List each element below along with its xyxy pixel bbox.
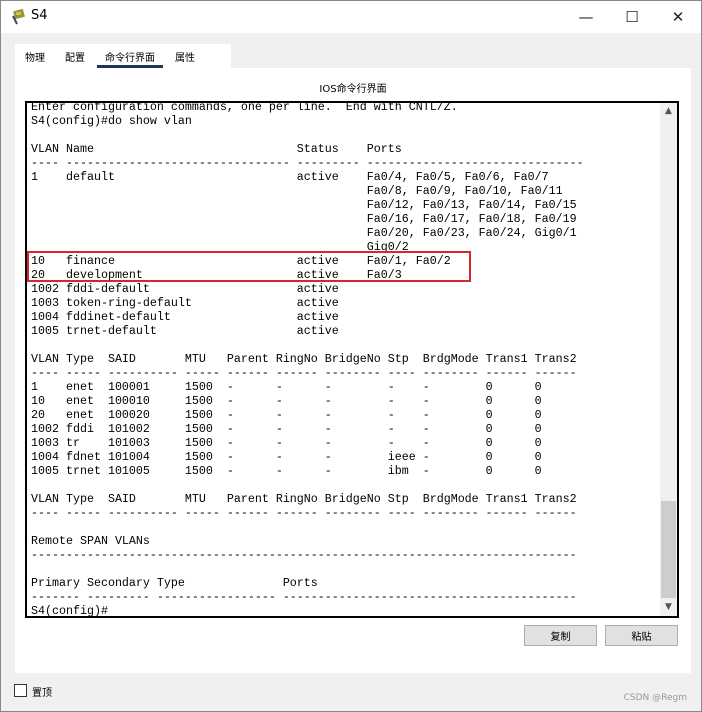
terminal-line: ---- -------------------------------- --… bbox=[31, 156, 584, 170]
terminal-line: ---- ----- ---------- ----- ------ -----… bbox=[31, 506, 577, 520]
terminal-line: 1004 fddinet-default active bbox=[31, 310, 339, 324]
terminal-line: Fa0/12, Fa0/13, Fa0/14, Fa0/15 bbox=[31, 198, 577, 212]
terminal-line: ---- ----- ---------- ----- ------ -----… bbox=[31, 366, 577, 380]
terminal-line: Fa0/20, Fa0/23, Fa0/24, Gig0/1 bbox=[31, 226, 577, 240]
tab-physical[interactable]: 物理 bbox=[15, 44, 55, 68]
terminal-line: 1002 fddi-default active bbox=[31, 282, 339, 296]
terminal-line: 1 enet 100001 1500 - - - - - 0 0 bbox=[31, 380, 542, 394]
copy-button[interactable]: 复制 bbox=[524, 625, 597, 646]
terminal-line: Primary Secondary Type Ports bbox=[31, 576, 318, 590]
terminal-line: ----------------------------------------… bbox=[31, 548, 577, 562]
terminal-line: Fa0/8, Fa0/9, Fa0/10, Fa0/11 bbox=[31, 184, 563, 198]
terminal-line: 1 default active Fa0/4, Fa0/5, Fa0/6, Fa… bbox=[31, 170, 549, 184]
terminal-line: 1003 token-ring-default active bbox=[31, 296, 339, 310]
terminal-line: 1002 fddi 101002 1500 - - - - - 0 0 bbox=[31, 422, 542, 436]
tab-attributes[interactable]: 属性 bbox=[165, 44, 205, 68]
minimize-button[interactable]: — bbox=[563, 1, 609, 33]
terminal-line: S4(config)#do show vlan bbox=[31, 114, 192, 128]
tab-bar: 物理 配置 命令行界面 属性 bbox=[15, 44, 231, 68]
panel-title: IOS命令行界面 bbox=[319, 84, 387, 95]
terminal-line: Remote SPAN VLANs bbox=[31, 534, 150, 548]
scrollbar-thumb[interactable] bbox=[661, 501, 676, 598]
terminal-line: 20 enet 100020 1500 - - - - - 0 0 bbox=[31, 408, 542, 422]
title-bar: S4 — ☐ ✕ bbox=[1, 1, 701, 33]
tab-config[interactable]: 配置 bbox=[55, 44, 95, 68]
terminal-line: Fa0/16, Fa0/17, Fa0/18, Fa0/19 bbox=[31, 212, 577, 226]
terminal-line: S4(config)# bbox=[31, 604, 108, 618]
terminal-line: ------- --------- ----------------- ----… bbox=[31, 590, 577, 604]
switch-app-icon bbox=[12, 9, 25, 25]
maximize-button[interactable]: ☐ bbox=[609, 1, 655, 33]
terminal[interactable]: Enter configuration commands, one per li… bbox=[25, 101, 679, 618]
always-on-top-checkbox[interactable] bbox=[14, 684, 27, 697]
terminal-line: 1004 fdnet 101004 1500 - - - ieee - 0 0 bbox=[31, 450, 542, 464]
always-on-top-label: 置顶 bbox=[32, 688, 52, 699]
paste-button[interactable]: 粘贴 bbox=[605, 625, 678, 646]
terminal-line: VLAN Type SAID MTU Parent RingNo BridgeN… bbox=[31, 492, 577, 506]
scrollbar[interactable]: ▲ ▼ bbox=[660, 103, 677, 616]
terminal-output[interactable]: Enter configuration commands, one per li… bbox=[31, 101, 584, 618]
scroll-up-icon[interactable]: ▲ bbox=[660, 103, 677, 120]
terminal-line: VLAN Type SAID MTU Parent RingNo BridgeN… bbox=[31, 352, 577, 366]
tab-cli[interactable]: 命令行界面 bbox=[95, 44, 165, 68]
watermark: CSDN @Regm bbox=[623, 693, 687, 703]
terminal-line: 1005 trnet 101005 1500 - - - ibm - 0 0 bbox=[31, 464, 542, 478]
highlight-box bbox=[27, 251, 471, 282]
close-button[interactable]: ✕ bbox=[655, 1, 701, 33]
terminal-line: 10 enet 100010 1500 - - - - - 0 0 bbox=[31, 394, 542, 408]
terminal-line: VLAN Name Status Ports bbox=[31, 142, 402, 156]
terminal-line: Enter configuration commands, one per li… bbox=[31, 101, 458, 114]
scroll-down-icon[interactable]: ▼ bbox=[660, 599, 677, 616]
window-title: S4 bbox=[31, 8, 48, 23]
terminal-line: 1003 tr 101003 1500 - - - - - 0 0 bbox=[31, 436, 542, 450]
terminal-line: 1005 trnet-default active bbox=[31, 324, 339, 338]
